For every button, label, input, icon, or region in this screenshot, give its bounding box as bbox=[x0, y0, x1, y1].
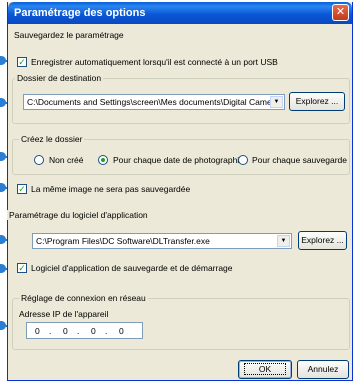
destination-path-combo[interactable]: C:\Documents and Settings\screen\Mes doc… bbox=[23, 94, 285, 110]
radio-per-photo-date-label[interactable]: Pour chaque date de photographie bbox=[113, 155, 244, 165]
window-title: Paramétrage des options bbox=[14, 7, 146, 19]
radio-not-created[interactable] bbox=[34, 155, 44, 165]
ip-label: Adresse IP de l'appareil bbox=[19, 309, 109, 319]
radio-per-photo-date[interactable] bbox=[98, 155, 108, 165]
ip-octet-3[interactable]: 0 bbox=[91, 326, 96, 336]
ip-octet-2[interactable]: 0 bbox=[63, 326, 68, 336]
chevron-down-icon[interactable]: ▼ bbox=[270, 96, 283, 108]
options-dialog: Paramétrage des options ✕ Sauvegardez le… bbox=[7, 2, 353, 381]
ip-address-field[interactable]: 0 . 0 . 0 . 0 bbox=[26, 322, 143, 339]
title-bar[interactable]: Paramétrage des options ✕ bbox=[8, 2, 352, 24]
destination-group-label: Dossier de destination bbox=[15, 73, 104, 83]
create-folder-group: Créez le dossier Non créé Pour chaque da… bbox=[12, 134, 350, 175]
create-folder-group-label: Créez le dossier bbox=[19, 134, 85, 144]
app-browse-button[interactable]: Explorez ... bbox=[298, 231, 347, 250]
destination-path-value: C:\Documents and Settings\screen\Mes doc… bbox=[27, 97, 280, 107]
ip-dot: . bbox=[77, 326, 80, 336]
app-path-value: C:\Program Files\DC Software\DLTransfer.… bbox=[36, 236, 210, 246]
radio-per-backup[interactable] bbox=[238, 155, 248, 165]
ip-dot: . bbox=[49, 326, 52, 336]
destination-browse-button[interactable]: Explorez ... bbox=[289, 92, 345, 111]
same-image-label[interactable]: La même image ne sera pas sauvegardée bbox=[31, 184, 190, 194]
ok-button[interactable]: OK bbox=[238, 360, 292, 379]
app-software-group-label: Paramétrage du logiciel d'application bbox=[7, 210, 150, 220]
save-settings-label: Sauvegardez le paramétrage bbox=[14, 30, 124, 40]
close-icon[interactable]: ✕ bbox=[332, 4, 349, 21]
app-launch-checkbox[interactable]: ✓ bbox=[17, 263, 27, 273]
radio-per-backup-label[interactable]: Pour chaque sauvegarde bbox=[252, 155, 347, 165]
ok-button-label: OK bbox=[243, 363, 287, 375]
network-group-label: Réglage de connexion en réseau bbox=[19, 293, 148, 303]
ip-dot: . bbox=[105, 326, 108, 336]
cancel-button[interactable]: Annulez bbox=[297, 360, 349, 379]
app-path-combo[interactable]: C:\Program Files\DC Software\DLTransfer.… bbox=[32, 233, 292, 249]
chevron-down-icon[interactable]: ▼ bbox=[277, 235, 290, 247]
auto-save-label[interactable]: Enregistrer automatiquement lorsqu'il es… bbox=[31, 57, 278, 67]
ip-octet-4[interactable]: 0 bbox=[119, 326, 124, 336]
ip-octet-1[interactable]: 0 bbox=[35, 326, 40, 336]
destination-group: Dossier de destination C:\Documents and … bbox=[12, 73, 350, 124]
app-launch-label[interactable]: Logiciel d'application de sauvegarde et … bbox=[31, 263, 233, 273]
radio-not-created-label[interactable]: Non créé bbox=[49, 155, 84, 165]
network-group: Réglage de connexion en réseau Adresse I… bbox=[12, 293, 350, 350]
same-image-checkbox[interactable]: ✓ bbox=[17, 184, 27, 194]
auto-save-checkbox[interactable]: ✓ bbox=[17, 57, 27, 67]
